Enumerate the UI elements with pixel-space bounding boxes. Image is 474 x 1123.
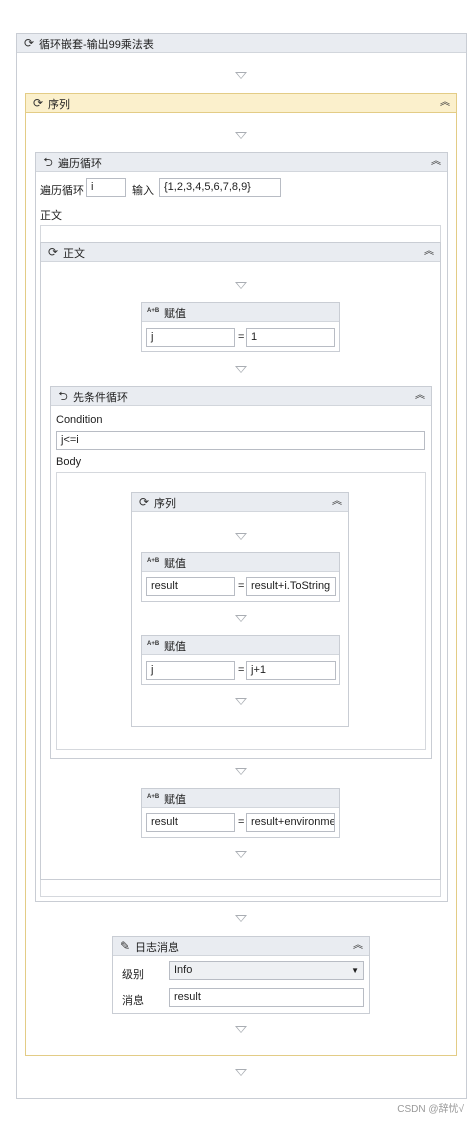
assign-icon: A+B: [147, 558, 160, 564]
assign-title: 赋值: [164, 558, 186, 570]
drop-target-arrow[interactable]: [235, 533, 247, 540]
assign-result-right-input[interactable]: result+i.ToString: [246, 577, 336, 596]
loop-icon: ⮌: [58, 389, 68, 403]
sequence-icon: ⟳: [138, 495, 150, 509]
drop-target-arrow[interactable]: [235, 768, 247, 775]
assign-icon: A+B: [147, 308, 160, 314]
log-level-label: 级别: [122, 969, 144, 981]
foreach-loop-label: 遍历循环: [40, 185, 84, 197]
foreach-header[interactable]: ⮌ 遍历循环 ︽: [36, 153, 447, 172]
sequence-icon: ⟳: [47, 245, 59, 259]
assign-result-left-input[interactable]: result: [146, 577, 235, 596]
equals-sign: =: [238, 580, 245, 592]
inner-sequence-header[interactable]: ⟳ 序列 ︽: [132, 493, 348, 512]
assign-title: 赋值: [164, 641, 186, 653]
log-level-value: Info: [174, 964, 193, 976]
assign-title: 赋值: [164, 308, 186, 320]
outer-title: 循环嵌套-输出99乘法表: [39, 39, 154, 51]
foreach-values-input[interactable]: {1,2,3,4,5,6,7,8,9}: [159, 178, 281, 197]
drop-target-arrow[interactable]: [235, 698, 247, 705]
collapse-chevron-icon[interactable]: ︽: [332, 494, 342, 510]
foreach-input-label: 输入: [132, 185, 154, 197]
equals-sign: =: [238, 331, 245, 343]
foreach-variable-input[interactable]: i: [86, 178, 126, 197]
collapse-chevron-icon[interactable]: ︽: [440, 95, 450, 111]
sequence-icon: ⟳: [32, 96, 44, 110]
assign-icon: A+B: [147, 794, 160, 800]
collapse-chevron-icon[interactable]: ︽: [431, 154, 441, 170]
assign-newline-left-input[interactable]: result: [146, 813, 235, 832]
assign-j-increment-right-input[interactable]: j+1: [246, 661, 336, 680]
log-title: 日志消息: [135, 942, 179, 954]
inner-sequence-title: 序列: [154, 498, 176, 510]
loop-icon: ⮌: [43, 155, 53, 169]
watermark: CSDN @辞忧√: [397, 1104, 464, 1115]
collapse-chevron-icon[interactable]: ︽: [353, 938, 363, 954]
assign-header[interactable]: A+B 赋值: [142, 553, 339, 572]
assign-title: 赋值: [164, 794, 186, 806]
foreach-title: 遍历循环: [58, 158, 102, 170]
collapse-chevron-icon[interactable]: ︽: [424, 244, 434, 260]
assign-j-left-input[interactable]: j: [146, 328, 235, 347]
inner-sequence-panel: ⟳ 序列 ︽: [131, 492, 349, 727]
log-message-label: 消息: [122, 995, 144, 1007]
log-level-select[interactable]: Info ▼: [169, 961, 364, 980]
assign-header[interactable]: A+B 赋值: [142, 636, 339, 655]
drop-target-arrow[interactable]: [235, 851, 247, 858]
drop-target-arrow[interactable]: [235, 72, 247, 79]
drop-target-arrow[interactable]: [235, 366, 247, 373]
sequence-icon: ⟳: [23, 36, 35, 50]
assign-icon: A+B: [147, 641, 160, 647]
drop-target-arrow[interactable]: [235, 132, 247, 139]
log-header[interactable]: ✎ 日志消息 ︽: [113, 937, 369, 956]
condition-label: Condition: [56, 414, 103, 426]
drop-target-arrow[interactable]: [235, 1069, 247, 1076]
assign-j-increment-left-input[interactable]: j: [146, 661, 235, 680]
workflow-canvas: { "outer": {"title": "循环嵌套-输出99乘法表"}, "s…: [0, 0, 474, 1123]
foreach-body-label: 正文: [40, 210, 62, 222]
while-header[interactable]: ⮌ 先条件循环 ︽: [51, 387, 431, 406]
drop-target-arrow[interactable]: [235, 282, 247, 289]
dropdown-arrow-icon: ▼: [351, 966, 359, 975]
log-message-input[interactable]: result: [169, 988, 364, 1007]
main-sequence-title: 序列: [48, 99, 70, 111]
body-sequence-header[interactable]: ⟳ 正文 ︽: [41, 243, 440, 262]
drop-target-arrow[interactable]: [235, 915, 247, 922]
while-title: 先条件循环: [73, 392, 128, 404]
body-label: Body: [56, 456, 82, 468]
assign-header[interactable]: A+B 赋值: [142, 303, 339, 322]
assign-header[interactable]: A+B 赋值: [142, 789, 339, 808]
collapse-chevron-icon[interactable]: ︽: [415, 388, 425, 404]
drop-target-arrow[interactable]: [235, 615, 247, 622]
equals-sign: =: [238, 664, 245, 676]
drop-target-arrow[interactable]: [235, 1026, 247, 1033]
log-icon: ✎: [119, 939, 131, 953]
main-sequence-header[interactable]: ⟳ 序列 ︽: [26, 94, 456, 113]
outer-header[interactable]: ⟳ 循环嵌套-输出99乘法表: [17, 34, 466, 53]
assign-newline-right-input[interactable]: result+environme: [246, 813, 335, 832]
body-sequence-title: 正文: [63, 248, 85, 260]
assign-j-right-input[interactable]: 1: [246, 328, 335, 347]
condition-input[interactable]: j<=i: [56, 431, 425, 450]
equals-sign: =: [238, 816, 245, 828]
